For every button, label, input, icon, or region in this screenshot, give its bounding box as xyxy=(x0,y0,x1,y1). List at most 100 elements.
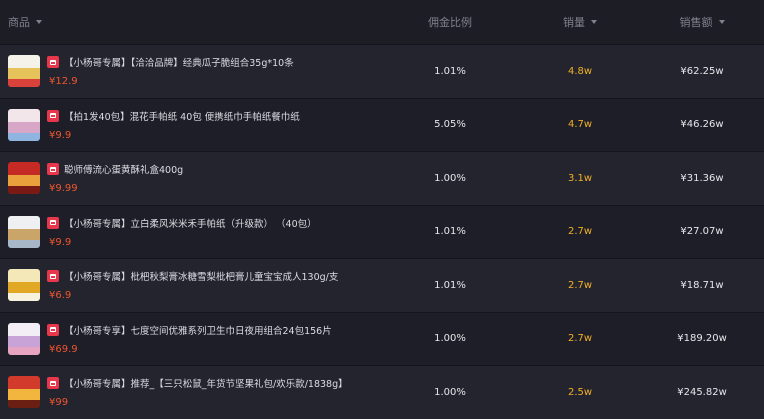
product-title-line: 聪师傅流心蛋黄酥礼盒400g xyxy=(47,162,183,176)
product-thumbnail[interactable] xyxy=(8,215,40,248)
header-amount-label: 销售额 xyxy=(679,16,713,29)
thumbnail-band xyxy=(8,346,40,355)
thumbnail-band xyxy=(8,293,40,302)
thumbnail-band xyxy=(8,108,40,122)
header-sales[interactable]: 销量 xyxy=(520,14,640,30)
product-cell: 【拍1发40包】混花手帕纸 40包 便携纸巾手帕纸餐巾纸 ¥9.9 xyxy=(0,108,380,141)
thumbnail-band xyxy=(8,68,40,80)
thumbnail-band xyxy=(8,215,40,229)
bag-icon xyxy=(50,59,56,65)
sales-cell: 3.1w xyxy=(520,173,640,184)
store-tag-icon xyxy=(47,323,59,336)
sort-caret-icon[interactable] xyxy=(36,20,42,24)
store-tag-icon xyxy=(47,216,59,229)
amount-cell: ¥31.36w xyxy=(640,173,764,184)
product-title[interactable]: 【小杨哥专属】推荐_【三只松鼠_年货节坚果礼包/欢乐款/1838g】 xyxy=(64,376,348,390)
header-commission-label: 佣金比例 xyxy=(428,16,472,29)
product-cell: 【小杨哥专属】推荐_【三只松鼠_年货节坚果礼包/欢乐款/1838g】 ¥99 xyxy=(0,376,380,409)
product-cell: 【小杨哥专属】枇杷秋梨膏冰糖雪梨枇杷膏儿童宝宝成人130g/支 ¥6.9 xyxy=(0,269,380,302)
amount-cell: ¥18.71w xyxy=(640,280,764,291)
table-row[interactable]: 聪师傅流心蛋黄酥礼盒400g ¥9.99 1.00% 3.1w ¥31.36w xyxy=(0,151,764,205)
store-tag-icon xyxy=(47,163,59,176)
commission-value: 1.01% xyxy=(434,65,466,77)
product-cell: 【小杨哥专属】立白柔风米米禾手帕纸（升级款） （40包） ¥9.9 xyxy=(0,215,380,248)
product-thumbnail[interactable] xyxy=(8,55,40,88)
thumbnail-band xyxy=(8,79,40,88)
commission-cell: 1.01% xyxy=(380,66,520,77)
product-title-line: 【小杨哥专属】推荐_【三只松鼠_年货节坚果礼包/欢乐款/1838g】 xyxy=(47,376,348,390)
commission-value: 1.00% xyxy=(434,333,466,345)
product-thumbnail[interactable] xyxy=(8,108,40,141)
table-row[interactable]: 【小杨哥专享】七度空间优雅系列卫生巾日夜用组合24包156片 ¥69.9 1.0… xyxy=(0,311,764,365)
product-info: 【拍1发40包】混花手帕纸 40包 便携纸巾手帕纸餐巾纸 ¥9.9 xyxy=(47,109,300,141)
thumbnail-band xyxy=(8,335,40,347)
commission-value: 1.01% xyxy=(434,279,466,291)
product-title-line: 【拍1发40包】混花手帕纸 40包 便携纸巾手帕纸餐巾纸 xyxy=(47,109,300,123)
thumbnail-band xyxy=(8,400,40,409)
product-price: ¥9.99 xyxy=(49,183,78,195)
product-thumbnail[interactable] xyxy=(8,376,40,409)
product-table-body: 【小杨哥专属】【洽洽品牌】经典瓜子脆组合35g*10条 ¥12.9 1.01% … xyxy=(0,44,764,419)
sales-cell: 2.7w xyxy=(520,333,640,344)
table-row[interactable]: 【小杨哥专属】【洽洽品牌】经典瓜子脆组合35g*10条 ¥12.9 1.01% … xyxy=(0,44,764,98)
commission-cell: 5.05% xyxy=(380,119,520,130)
sales-value: 2.7w xyxy=(567,333,593,345)
sales-cell: 4.7w xyxy=(520,119,640,130)
thumbnail-band xyxy=(8,162,40,176)
thumbnail-band xyxy=(8,239,40,248)
product-thumbnail[interactable] xyxy=(8,269,40,302)
amount-cell: ¥27.07w xyxy=(640,226,764,237)
bag-icon xyxy=(50,273,56,279)
commission-value: 1.00% xyxy=(434,386,466,398)
store-tag-icon xyxy=(47,270,59,283)
commission-value: 1.01% xyxy=(434,226,466,238)
product-title[interactable]: 【小杨哥专属】枇杷秋梨膏冰糖雪梨枇杷膏儿童宝宝成人130g/支 xyxy=(64,269,338,283)
product-thumbnail[interactable] xyxy=(8,322,40,355)
bag-icon xyxy=(50,380,56,386)
table-row[interactable]: 【拍1发40包】混花手帕纸 40包 便携纸巾手帕纸餐巾纸 ¥9.9 5.05% … xyxy=(0,97,764,151)
commission-cell: 1.00% xyxy=(380,173,520,184)
product-title[interactable]: 聪师傅流心蛋黄酥礼盒400g xyxy=(64,162,183,176)
store-tag-icon xyxy=(47,109,59,122)
header-product[interactable]: 商品 xyxy=(0,14,380,30)
product-title[interactable]: 【小杨哥专属】【洽洽品牌】经典瓜子脆组合35g*10条 xyxy=(64,55,294,69)
thumbnail-band xyxy=(8,228,40,240)
product-title[interactable]: 【小杨哥专享】七度空间优雅系列卫生巾日夜用组合24包156片 xyxy=(64,323,332,337)
thumbnail-band xyxy=(8,389,40,401)
thumbnail-band xyxy=(8,376,40,390)
sales-cell: 2.5w xyxy=(520,387,640,398)
sales-value: 2.5w xyxy=(567,386,593,398)
commission-value: 1.00% xyxy=(434,172,466,184)
table-row[interactable]: 【小杨哥专属】枇杷秋梨膏冰糖雪梨枇杷膏儿童宝宝成人130g/支 ¥6.9 1.0… xyxy=(0,258,764,312)
product-title[interactable]: 【小杨哥专属】立白柔风米米禾手帕纸（升级款） （40包） xyxy=(64,216,317,230)
header-sales-label: 销量 xyxy=(563,16,585,29)
product-title[interactable]: 【拍1发40包】混花手帕纸 40包 便携纸巾手帕纸餐巾纸 xyxy=(64,109,300,123)
product-title-line: 【小杨哥专属】立白柔风米米禾手帕纸（升级款） （40包） xyxy=(47,216,317,230)
sales-value: 2.7w xyxy=(567,226,593,238)
product-cell: 【小杨哥专享】七度空间优雅系列卫生巾日夜用组合24包156片 ¥69.9 xyxy=(0,322,380,355)
product-title-line: 【小杨哥专享】七度空间优雅系列卫生巾日夜用组合24包156片 xyxy=(47,323,332,337)
thumbnail-band xyxy=(8,55,40,69)
product-info: 聪师傅流心蛋黄酥礼盒400g ¥9.99 xyxy=(47,162,183,194)
amount-cell: ¥245.82w xyxy=(640,387,764,398)
sales-value: 3.1w xyxy=(567,172,593,184)
amount-value: ¥18.71w xyxy=(680,279,724,291)
amount-value: ¥245.82w xyxy=(677,386,727,398)
amount-value: ¥27.07w xyxy=(680,226,724,238)
amount-value: ¥62.25w xyxy=(680,65,724,77)
product-price: ¥6.9 xyxy=(49,290,72,302)
product-cell: 【小杨哥专属】【洽洽品牌】经典瓜子脆组合35g*10条 ¥12.9 xyxy=(0,55,380,88)
table-row[interactable]: 【小杨哥专属】推荐_【三只松鼠_年货节坚果礼包/欢乐款/1838g】 ¥99 1… xyxy=(0,365,764,419)
sort-caret-icon[interactable] xyxy=(718,20,725,24)
product-thumbnail[interactable] xyxy=(8,162,40,195)
sort-caret-icon[interactable] xyxy=(591,20,597,24)
header-amount[interactable]: 销售额 xyxy=(640,14,764,30)
table-row[interactable]: 【小杨哥专属】立白柔风米米禾手帕纸（升级款） （40包） ¥9.9 1.01% … xyxy=(0,204,764,258)
product-title-line: 【小杨哥专属】枇杷秋梨膏冰糖雪梨枇杷膏儿童宝宝成人130g/支 xyxy=(47,269,338,283)
amount-value: ¥31.36w xyxy=(680,172,724,184)
product-info: 【小杨哥专享】七度空间优雅系列卫生巾日夜用组合24包156片 ¥69.9 xyxy=(47,323,332,355)
thumbnail-band xyxy=(8,175,40,187)
product-price: ¥9.9 xyxy=(49,236,72,248)
commission-cell: 1.01% xyxy=(380,280,520,291)
amount-value: ¥46.26w xyxy=(680,119,724,131)
